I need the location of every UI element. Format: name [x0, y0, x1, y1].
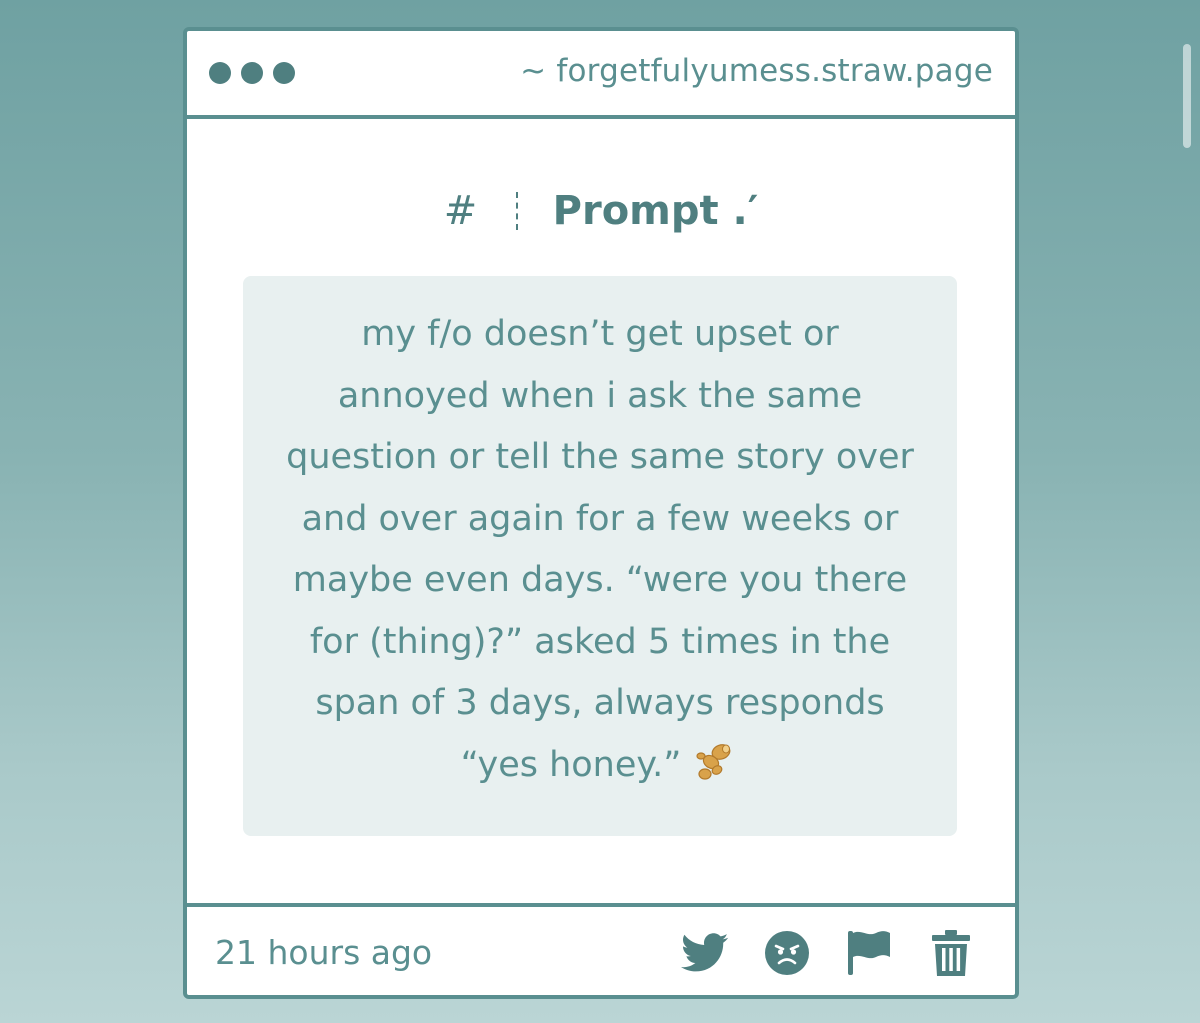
prompt-line: question or tell the same story over — [286, 437, 914, 477]
window-controls — [209, 62, 295, 84]
post-actions — [681, 929, 975, 977]
page-scrollbar[interactable] — [1183, 44, 1191, 148]
prompt-line: maybe even days. “were you there — [292, 560, 908, 600]
page-title: Prompt .′ — [552, 188, 759, 234]
prompt-line: annoyed when i ask the same — [337, 375, 863, 416]
prompt-line: my f/o doesn’t get upset or — [361, 314, 839, 354]
window-dot-icon — [209, 62, 231, 84]
prompt-line: and over again for a few weeks or — [301, 498, 899, 539]
heading-separator — [515, 192, 518, 230]
angry-face-icon — [765, 931, 809, 975]
prompt-line: span of 3 days, always responds — [315, 683, 885, 723]
window-titlebar: ~ forgetfulyumess.straw.page — [187, 31, 1015, 119]
flag-icon — [848, 931, 890, 975]
twitter-icon — [681, 933, 729, 972]
page-url[interactable]: ~ forgetfulyumess.straw.page — [520, 53, 993, 89]
twitter-share-button[interactable] — [681, 929, 729, 977]
trash-icon — [932, 930, 970, 976]
report-button[interactable] — [845, 929, 893, 977]
prompt-text: my f/o doesn’t get upset or annoyed when… — [263, 304, 937, 796]
prompt-box: my f/o doesn’t get upset or annoyed when… — [243, 276, 957, 836]
window-dot-icon — [241, 62, 263, 84]
ginger-root-emoji-icon — [696, 743, 731, 780]
post-heading: # Prompt .′ — [187, 186, 1015, 236]
post-window: ~ forgetfulyumess.straw.page # Prompt .′… — [183, 27, 1019, 999]
hash-icon: # — [443, 188, 478, 234]
delete-button[interactable] — [927, 929, 975, 977]
react-angry-button[interactable] — [763, 929, 811, 977]
post-footer: 21 hours ago — [187, 903, 1015, 995]
window-dot-icon — [273, 62, 295, 84]
prompt-line: “yes honey.” — [460, 744, 682, 785]
post-timestamp: 21 hours ago — [215, 933, 433, 972]
prompt-line: for (thing)?” asked 5 times in the — [309, 621, 891, 662]
